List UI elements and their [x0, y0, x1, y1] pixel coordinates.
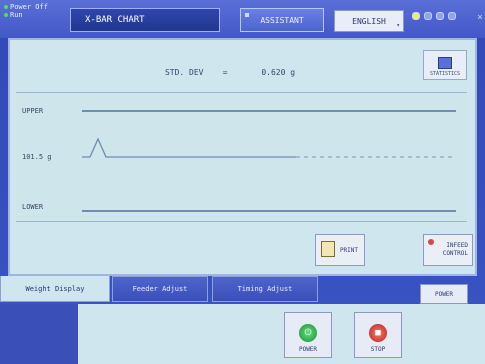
stop-button[interactable]: ■ STOP: [354, 312, 402, 358]
statistics-label: STATISTICS: [429, 71, 461, 77]
status-leds: [412, 12, 456, 20]
status-line1: Power Off: [10, 3, 48, 11]
screen-title: X-BAR CHART: [70, 8, 220, 32]
bottom-control-area: [78, 304, 485, 364]
assistant-label: ASSISTANT: [260, 15, 304, 25]
assistant-button[interactable]: ASSISTANT: [240, 8, 324, 32]
top-bar: Power Off Run X-BAR CHART ASSISTANT ENGL…: [0, 0, 485, 38]
led-icon: [412, 12, 420, 20]
power-label: POWER: [298, 346, 318, 353]
tab-feeder-adjust[interactable]: Feeder Adjust: [112, 276, 208, 302]
xbar-chart: UPPER 101.5 g LOWER: [16, 92, 467, 222]
std-dev-eq: =: [222, 68, 228, 77]
stop-label: STOP: [370, 346, 386, 353]
language-select[interactable]: ENGLISH ▾: [334, 10, 404, 32]
tab-timing-adjust[interactable]: Timing Adjust: [212, 276, 318, 302]
led-icon: [448, 12, 456, 20]
power-icon: ⏻: [299, 324, 317, 342]
led-icon: [424, 12, 432, 20]
assistant-indicator-icon: [245, 13, 249, 17]
led-icon: [436, 12, 444, 20]
status-indicator: Power Off Run: [4, 3, 48, 19]
xbar-series-line: [82, 137, 296, 158]
statistics-button[interactable]: STATISTICS: [423, 50, 467, 80]
infeed-label-1: INFEED: [446, 242, 468, 249]
power-small-button[interactable]: POWER: [420, 284, 468, 304]
bottom-left-area: [0, 304, 78, 364]
warning-icon: [428, 239, 434, 245]
chart-plot: [82, 110, 456, 212]
std-dev-value: 0.620 g: [261, 68, 296, 77]
close-icon[interactable]: ×: [477, 12, 483, 23]
std-dev-label: STD. DEV: [164, 68, 204, 77]
screen: Power Off Run X-BAR CHART ASSISTANT ENGL…: [0, 0, 485, 364]
power-button[interactable]: ⏻ POWER: [284, 312, 332, 358]
status-line2: Run: [10, 11, 23, 19]
main-panel: STD. DEV = 0.620 g STATISTICS UPPER 101.…: [8, 38, 477, 276]
tab-weight-display[interactable]: Weight Display: [0, 276, 110, 302]
dropdown-arrow-icon: ▾: [396, 22, 400, 29]
std-dev-readout: STD. DEV = 0.620 g: [10, 68, 450, 77]
infeed-label-2: CONTROL: [442, 250, 468, 257]
status-dot-icon: [4, 5, 8, 9]
print-button[interactable]: PRINT: [315, 234, 365, 266]
language-label: ENGLISH: [352, 16, 386, 26]
stop-icon: ■: [369, 324, 387, 342]
status-dot-icon: [4, 13, 8, 17]
infeed-control-button[interactable]: INFEED CONTROL: [423, 234, 473, 266]
print-label: PRINT: [339, 246, 358, 254]
statistics-icon: [438, 57, 452, 69]
printer-icon: [321, 241, 335, 257]
tab-bar: Weight Display Feeder Adjust Timing Adju…: [0, 276, 485, 304]
